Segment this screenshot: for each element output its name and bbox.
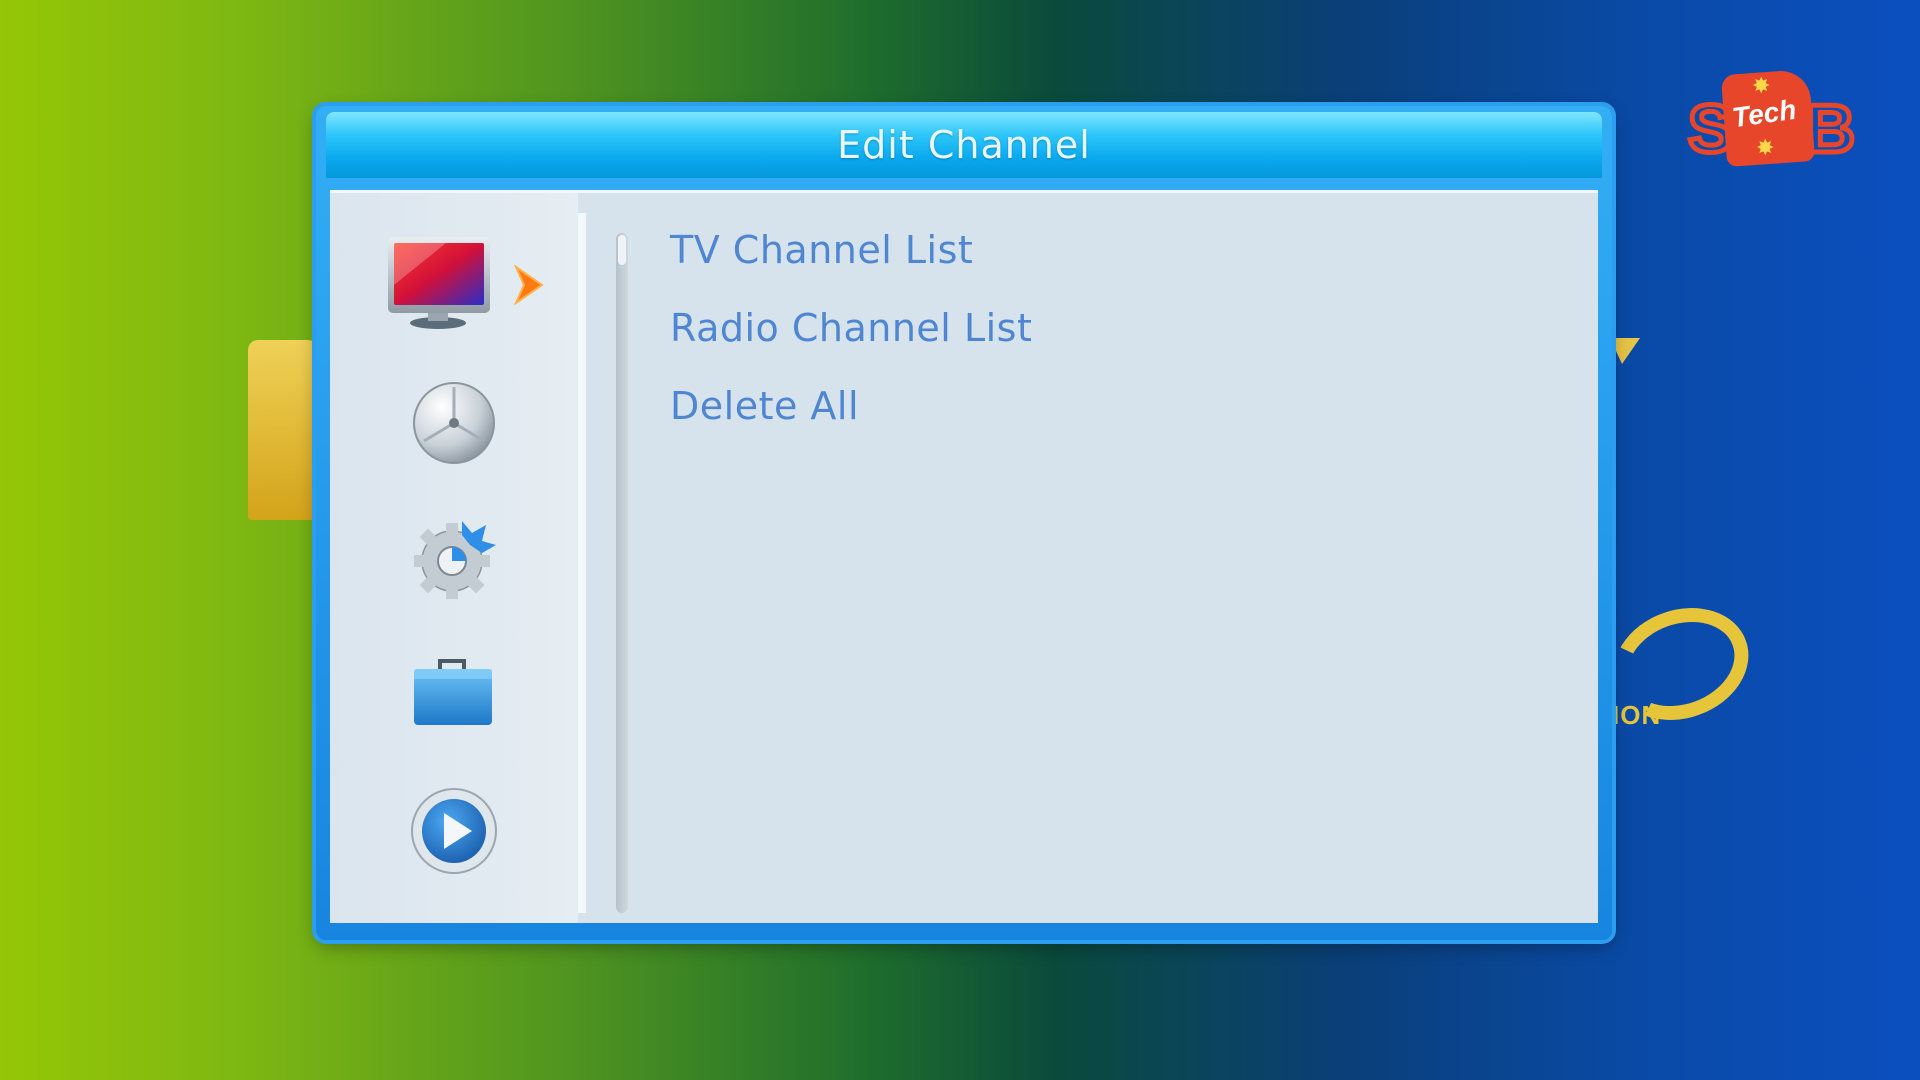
star-icon: ✸ — [1752, 74, 1771, 99]
menu-item-radio-channel-list[interactable]: Radio Channel List — [670, 289, 1550, 367]
dialog-title: Edit Channel — [837, 123, 1091, 167]
tv-icon[interactable] — [386, 235, 490, 329]
category-sidebar — [330, 193, 578, 923]
tv-screen: ION S Tech B ✸ ✸ Edit Channel TV Channel… — [0, 0, 1920, 1080]
background-logo-fragment-top — [1610, 338, 1640, 364]
menu-item-tv-channel-list[interactable]: TV Channel List — [670, 211, 1550, 289]
logo-letter-b: B — [1803, 89, 1857, 170]
background-caption: ION — [1612, 700, 1662, 730]
channel-logo: S Tech B ✸ ✸ — [1685, 52, 1858, 170]
satellite-dish-icon[interactable] — [410, 379, 500, 469]
dialog-body: TV Channel List Radio Channel List Delet… — [330, 190, 1598, 923]
edit-channel-dialog: Edit Channel TV Channel List Radio Chann… — [316, 106, 1612, 940]
channel-menu-list: TV Channel List Radio Channel List Delet… — [670, 211, 1550, 445]
toolbox-icon[interactable] — [410, 649, 500, 739]
scrollbar-thumb[interactable] — [618, 235, 626, 265]
background-logo-fragment-left — [248, 340, 318, 520]
menu-scrollbar[interactable] — [616, 233, 628, 913]
menu-item-delete-all[interactable]: Delete All — [670, 367, 1550, 445]
sidebar-divider — [578, 213, 586, 913]
star-icon: ✸ — [1756, 136, 1775, 161]
settings-gear-icon[interactable] — [410, 515, 500, 605]
dialog-title-bar: Edit Channel — [326, 112, 1602, 178]
media-play-icon[interactable] — [410, 787, 500, 877]
selection-arrow-icon — [512, 264, 546, 306]
